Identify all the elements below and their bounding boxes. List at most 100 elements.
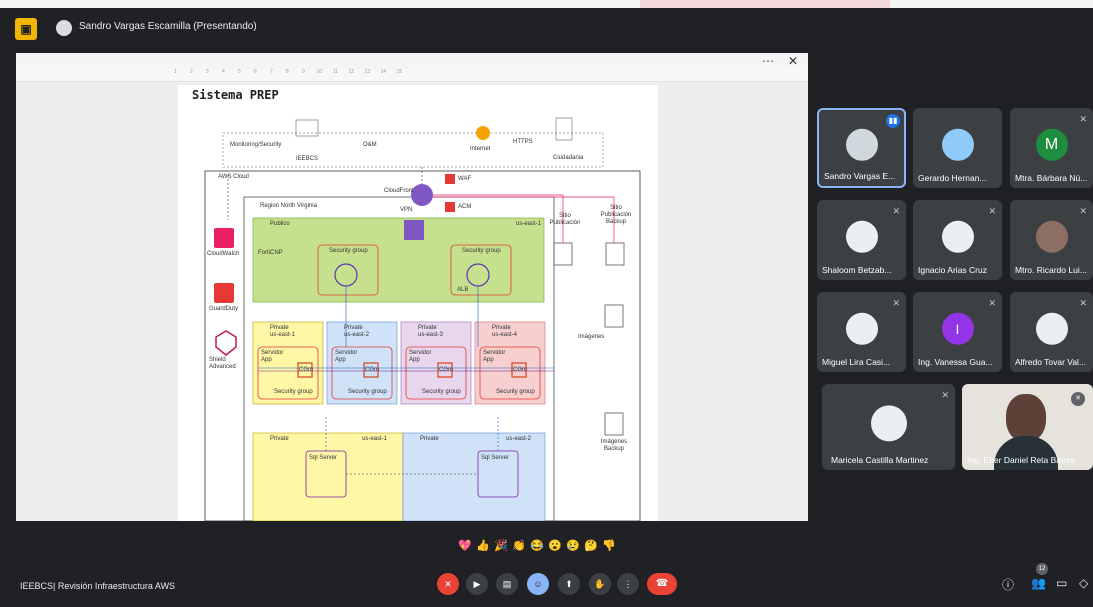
- label-publico: Publico: [270, 221, 290, 227]
- participant-tile[interactable]: M ✕ Mtra. Bárbara Nú...: [1010, 108, 1093, 188]
- avatar: [870, 405, 907, 442]
- more-options-icon[interactable]: ⋯: [762, 55, 774, 67]
- participant-tile[interactable]: ✕ Shaloom Betzab...: [817, 200, 906, 280]
- label-cgm-4: CGm: [513, 367, 527, 373]
- avatar: [845, 128, 878, 161]
- label-ieebcs: IEEBCS: [296, 156, 319, 162]
- label-cloudwatch: CloudWatch: [207, 251, 240, 257]
- label-sg-app-4: Security group: [496, 389, 535, 395]
- label-private-zone-1: us-east-1: [270, 332, 296, 338]
- label-waf: WAF: [458, 176, 472, 182]
- private-db-subnet-2: [402, 432, 546, 521]
- public-subnet: [252, 217, 545, 303]
- close-icon[interactable]: ✕: [788, 55, 798, 67]
- label-sg-app-3: Security group: [422, 389, 461, 395]
- label-shield: Shield Advanced: [209, 357, 236, 370]
- guardduty-icon: [214, 283, 234, 303]
- label-region: Region North Virginia: [260, 203, 317, 209]
- chat-icon[interactable]: ▭: [1056, 576, 1067, 590]
- browser-top-strip: [0, 0, 1093, 8]
- vpn-icon: [404, 220, 424, 240]
- present-button[interactable]: ⬆: [558, 573, 580, 595]
- label-sitio: Sitio Publicación: [549, 213, 581, 226]
- document-ruler: 1 2 3 4 5 6 7 8 9 10 11 12 13 14 15: [16, 69, 808, 82]
- people-count-badge: 12: [1036, 563, 1048, 575]
- waf-icon: [445, 174, 455, 184]
- label-cgm-1: CGm: [299, 367, 313, 373]
- label-sg-public-1: Security group: [329, 248, 368, 254]
- participant-tile[interactable]: Gerardo Hernan...: [913, 108, 1002, 188]
- stage-header: ⋯ ✕: [16, 53, 808, 69]
- label-private-2: Private: [344, 325, 363, 331]
- cloudwatch-icon: [214, 228, 234, 248]
- avatar: [845, 220, 878, 253]
- cloudfront-icon: [411, 184, 433, 206]
- label-private-4: Private: [492, 325, 511, 331]
- label-servidor-3: Servidor App: [409, 350, 432, 363]
- avatar: [1035, 312, 1068, 345]
- label-imagenes-backup: Imágenes Backup: [600, 439, 628, 452]
- participant-video: [1006, 394, 1046, 442]
- label-guardduty: GuardDuty: [209, 306, 239, 312]
- avatar: M: [1035, 128, 1068, 161]
- ciudadania-icon: [555, 117, 573, 141]
- avatar: [941, 128, 974, 161]
- label-public-zone: us-east-1: [516, 221, 542, 227]
- label-cgm-3: CGm: [439, 367, 453, 373]
- reaction-thumbs-down-icon[interactable]: 👎: [600, 539, 618, 552]
- reaction-sad-icon[interactable]: 😢: [564, 539, 582, 552]
- reaction-party-icon[interactable]: 🎉: [492, 539, 510, 552]
- bucket-imagenes: [604, 304, 624, 328]
- label-forticnp: FortiCNP: [258, 250, 283, 256]
- mic-off-icon: ✕: [1079, 114, 1087, 124]
- speaking-icon: ▮▮: [886, 114, 900, 128]
- participant-tile[interactable]: ✕ Ignacio Arias Cruz: [913, 200, 1002, 280]
- mic-off-icon: ✕: [892, 206, 900, 216]
- raise-hand-button[interactable]: ✋: [589, 573, 611, 595]
- participant-tile[interactable]: ▮▮ Sandro Vargas E...: [817, 108, 906, 188]
- participant-tile[interactable]: ✕ Alfredo Tovar Val...: [1010, 292, 1093, 372]
- mic-off-icon: ✕: [941, 390, 949, 400]
- architecture-diagram: [204, 117, 641, 521]
- mic-off-button[interactable]: ✕: [437, 573, 459, 595]
- label-sql-1: Sql Server: [309, 455, 338, 461]
- label-sg-app-2: Security group: [348, 389, 387, 395]
- label-private-db-2: Private: [420, 436, 439, 442]
- participant-tile[interactable]: ✕ Maricela Castilla Martinez: [822, 384, 955, 470]
- mic-off-icon: ✕: [1071, 392, 1085, 406]
- participant-tile-video[interactable]: ✕ Ing. Eber Daniel Reta Baeza: [962, 384, 1093, 470]
- participant-tile[interactable]: ✕ Mtro. Ricardo Lui...: [1010, 200, 1093, 280]
- participant-tile[interactable]: I ✕ Ing. Vanessa Gua...: [913, 292, 1002, 372]
- camera-button[interactable]: ▶: [466, 573, 488, 595]
- presentation-bar: ▣ Sandro Vargas Escamilla (Presentando): [0, 8, 1093, 46]
- shared-screen[interactable]: ⋯ ✕ 1 2 3 4 5 6 7 8 9 10 11 12 13 14 15 Sistema PREP: [16, 53, 808, 521]
- label-private-db-zone-1: us-east-1: [362, 436, 388, 442]
- reaction-surprised-icon[interactable]: 😮: [546, 539, 564, 552]
- people-icon[interactable]: 👥: [1031, 576, 1046, 590]
- label-private-zone-3: us-east-3: [418, 332, 444, 338]
- leave-call-button[interactable]: ☎: [647, 573, 677, 595]
- label-private-zone-2: us-east-2: [344, 332, 370, 338]
- mic-off-icon: ✕: [892, 298, 900, 308]
- reaction-heart-icon[interactable]: 💖: [456, 539, 474, 552]
- mic-off-icon: ✕: [1079, 206, 1087, 216]
- avatar: [845, 312, 878, 345]
- reaction-laugh-icon[interactable]: 😂: [528, 539, 546, 552]
- label-servidor-1: Servidor App: [261, 350, 284, 363]
- emoji-button[interactable]: ☺: [527, 573, 549, 595]
- reaction-thinking-icon[interactable]: 🤔: [582, 539, 600, 552]
- label-sg-public-2: Security group: [462, 248, 501, 254]
- participant-tile[interactable]: ✕ Miguel Lira Casi...: [817, 292, 906, 372]
- more-options-button[interactable]: ⋮: [617, 573, 639, 595]
- info-icon[interactable]: ⓘ: [1002, 576, 1014, 593]
- reaction-thumbs-up-icon[interactable]: 👍: [474, 539, 492, 552]
- label-servidor-4: Servidor App: [483, 350, 506, 363]
- mic-off-icon: ✕: [988, 298, 996, 308]
- external-box: [222, 132, 604, 168]
- captions-button[interactable]: ▤: [496, 573, 518, 595]
- avatar: I: [941, 312, 974, 345]
- reaction-clap-icon[interactable]: 👏: [510, 539, 528, 552]
- meeting-controls-bar: 💖 👍 🎉 👏 😂 😮 😢 🤔 👎 IEEBCS| Revisión Infraestructu…: [0, 530, 1093, 607]
- bucket-sitio-backup: [605, 242, 625, 266]
- activities-icon[interactable]: ◇: [1079, 576, 1088, 590]
